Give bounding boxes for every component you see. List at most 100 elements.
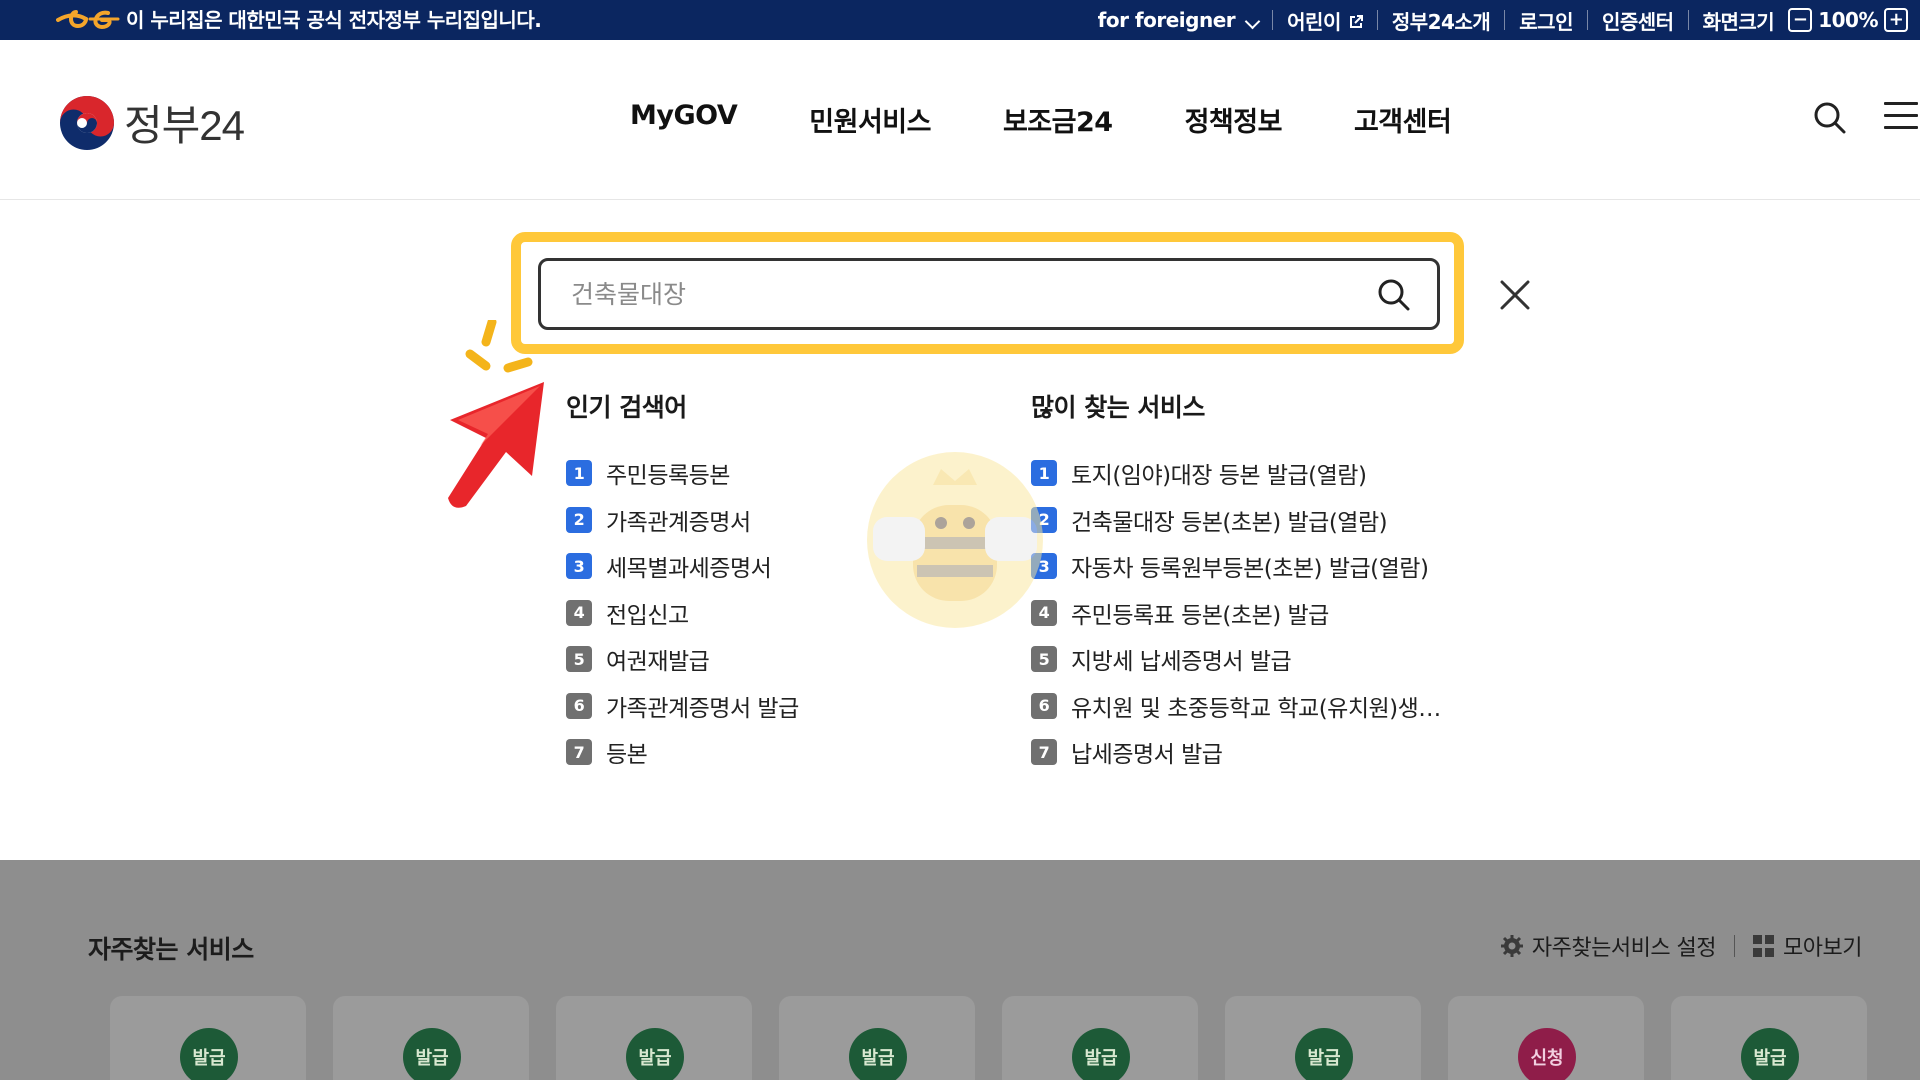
taegeuk-logo-icon: [60, 95, 114, 150]
about-link[interactable]: 정부24소개: [1392, 6, 1491, 35]
rank-badge: 6: [566, 692, 592, 719]
external-link-icon: [1349, 14, 1363, 28]
service-card[interactable]: 발급: [1225, 996, 1421, 1080]
foreigner-label: for foreigner: [1097, 8, 1236, 32]
divider: [1586, 10, 1588, 30]
favorite-services-title: 자주찾는 서비스: [88, 935, 254, 964]
service-label: 지방세 납세증명서 발급: [1071, 649, 1292, 676]
keyword-label: 전입신고: [606, 602, 689, 629]
service-label: 자동차 등록원부등본(초본) 발급(열람): [1071, 556, 1429, 583]
divider: [1687, 10, 1689, 30]
service-card[interactable]: 신청: [1448, 996, 1644, 1080]
popular-service-list: 1 토지(임야)대장 등본 발급(열람) 2 건축물대장 등본(초본) 발급(열람)…: [1031, 450, 1441, 776]
divider: [1376, 10, 1378, 30]
rank-badge: 3: [566, 553, 592, 580]
cert-center-link[interactable]: 인증센터: [1602, 6, 1674, 35]
issue-badge: 발급: [1072, 1028, 1130, 1080]
zoom-in-button[interactable]: +: [1884, 8, 1908, 32]
service-label: 주민등록표 등본(초본) 발급: [1071, 602, 1329, 629]
list-item[interactable]: 5 여권재발급: [566, 636, 799, 683]
popular-keywords: 인기 검색어 1 주민등록등본 2 가족관계증명서 3 세목별과세증명서 4 전입신고 …: [566, 388, 799, 776]
service-card[interactable]: 발급: [1671, 996, 1867, 1080]
nav-item-subsidy24[interactable]: 보조금24: [1003, 100, 1113, 139]
service-card[interactable]: 발급: [556, 996, 752, 1080]
brand-name: 정부24: [124, 102, 245, 149]
search-submit-icon[interactable]: [1375, 276, 1413, 314]
list-item[interactable]: 2 가족관계증명서: [566, 497, 799, 544]
issue-badge: 발급: [1741, 1028, 1799, 1080]
foreigner-link[interactable]: for foreigner: [1097, 8, 1261, 32]
list-item[interactable]: 3 세목별과세증명서: [566, 543, 799, 590]
rank-badge: 7: [566, 739, 592, 766]
service-label: 납세증명서 발급: [1071, 742, 1223, 769]
kids-label: 어린이: [1287, 9, 1341, 34]
keyword-label: 세목별과세증명서: [606, 556, 772, 583]
login-link[interactable]: 로그인: [1519, 6, 1573, 35]
nav-item-mygov[interactable]: MyGOV: [630, 100, 738, 139]
list-item[interactable]: 3 자동차 등록원부등본(초본) 발급(열람): [1031, 543, 1441, 590]
gov-banner: 이 누리집은 대한민국 공식 전자정부 누리집입니다. for foreigne…: [0, 0, 1920, 40]
zoom-out-button[interactable]: −: [1788, 8, 1813, 32]
nav-item-civil-services[interactable]: 민원서비스: [809, 100, 931, 139]
main-nav: MyGOV 민원서비스 보조금24 정책정보 고객센터: [630, 100, 1523, 139]
apply-badge: 신청: [1518, 1028, 1576, 1080]
banner-message: 이 누리집은 대한민국 공식 전자정부 누리집입니다.: [126, 8, 542, 32]
issue-badge: 발급: [1295, 1028, 1353, 1080]
list-item[interactable]: 7 납세증명서 발급: [1031, 729, 1441, 776]
service-label: 토지(임야)대장 등본 발급(열람): [1071, 463, 1367, 490]
site-header: 정부24 MyGOV 민원서비스 보조금24 정책정보 고객센터: [0, 40, 1920, 200]
service-card[interactable]: 발급: [1002, 996, 1198, 1080]
rank-badge: 6: [1031, 692, 1057, 719]
zoom-level: 100%: [1818, 8, 1878, 32]
keyword-label: 여권재발급: [606, 649, 710, 676]
rank-badge: 5: [566, 646, 592, 673]
close-icon[interactable]: [1496, 276, 1534, 314]
popular-keywords-title: 인기 검색어: [566, 393, 687, 422]
rank-badge: 4: [566, 599, 592, 626]
list-item[interactable]: 5 지방세 납세증명서 발급: [1031, 636, 1441, 683]
chevron-down-icon: [1244, 13, 1261, 30]
keyword-label: 등본: [606, 742, 648, 769]
rank-badge: 5: [1031, 646, 1057, 673]
list-item[interactable]: 1 토지(임야)대장 등본 발급(열람): [1031, 450, 1441, 497]
list-item[interactable]: 6 가족관계증명서 발급: [566, 683, 799, 730]
service-card[interactable]: 발급: [110, 996, 306, 1080]
issue-badge: 발급: [180, 1028, 238, 1080]
pointer-arrow-icon: [448, 320, 544, 508]
gear-icon: [1500, 935, 1523, 957]
keyword-label: 가족관계증명서 발급: [606, 695, 799, 722]
rank-badge: 7: [1031, 739, 1057, 766]
service-label: 유치원 및 초중등학교 학교(유치원)생…: [1071, 695, 1441, 722]
list-item[interactable]: 1 주민등록등본: [566, 450, 799, 497]
keyword-label: 가족관계증명서: [606, 509, 751, 536]
hamburger-menu-icon[interactable]: [1884, 102, 1918, 132]
view-all-link[interactable]: 모아보기: [1783, 930, 1862, 962]
popular-services-title: 많이 찾는 서비스: [1031, 393, 1205, 422]
egov-logo-icon: [56, 10, 120, 30]
search-input[interactable]: [571, 261, 1351, 327]
nav-item-customer-center[interactable]: 고객센터: [1354, 100, 1452, 139]
nav-item-policy-info[interactable]: 정책정보: [1185, 100, 1283, 139]
list-item[interactable]: 2 건축물대장 등본(초본) 발급(열람): [1031, 497, 1441, 544]
list-item[interactable]: 4 전입신고: [566, 590, 799, 637]
keyword-label: 주민등록등본: [606, 463, 730, 490]
favorite-services-section: 자주찾는 서비스 자주찾는서비스 설정 모아보기 발급 발급 발급 발급 발급 …: [0, 860, 1920, 1080]
divider: [1504, 10, 1506, 30]
popular-services: 많이 찾는 서비스 1 토지(임야)대장 등본 발급(열람) 2 건축물대장 등본(…: [1031, 388, 1441, 776]
search-icon[interactable]: [1810, 98, 1850, 138]
issue-badge: 발급: [403, 1028, 461, 1080]
favorite-settings-link[interactable]: 자주찾는서비스 설정: [1532, 930, 1717, 962]
service-card[interactable]: 발급: [779, 996, 975, 1080]
service-label: 건축물대장 등본(초본) 발급(열람): [1071, 509, 1388, 536]
issue-badge: 발급: [626, 1028, 684, 1080]
kids-link[interactable]: 어린이: [1287, 6, 1363, 35]
home-logo[interactable]: 정부24: [58, 92, 245, 153]
grid-icon: [1753, 935, 1775, 957]
list-item[interactable]: 6 유치원 및 초중등학교 학교(유치원)생…: [1031, 683, 1441, 730]
list-item[interactable]: 4 주민등록표 등본(초본) 발급: [1031, 590, 1441, 637]
favorite-actions: 자주찾는서비스 설정 모아보기: [1500, 930, 1862, 962]
list-item[interactable]: 7 등본: [566, 729, 799, 776]
service-card[interactable]: 발급: [333, 996, 529, 1080]
favorite-service-cards: 발급 발급 발급 발급 발급 발급 신청 발급: [110, 996, 1894, 1080]
search-box: [538, 258, 1440, 330]
